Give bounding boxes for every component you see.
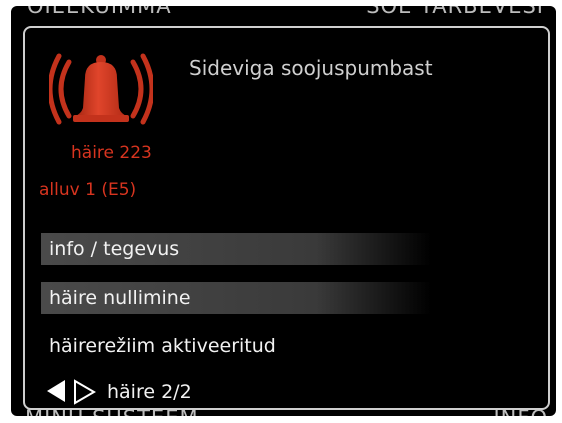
next-arrow-icon[interactable] bbox=[73, 379, 97, 405]
previous-arrow-icon[interactable] bbox=[47, 380, 65, 402]
display-screen: OIEEKUIMMA SOE TARBEVESI MINU SÜSTEEM IN… bbox=[11, 6, 556, 416]
alarm-source: alluv 1 (E5) bbox=[39, 180, 137, 200]
pager-label: häire 2/2 bbox=[107, 381, 192, 403]
alarm-dialog: Sideviga soojuspumbast häire 223 alluv 1… bbox=[23, 26, 550, 410]
alarm-bell-icon bbox=[49, 53, 153, 125]
menu-item-info-action[interactable]: info / tegevus bbox=[41, 233, 541, 265]
menu-item-alarm-mode-activated[interactable]: häirerežiim aktiveeritud bbox=[41, 330, 541, 362]
menu-item-reset-alarm[interactable]: häire nullimine bbox=[41, 282, 541, 314]
bg-menu-label-top-left: OIEEKUIMMA bbox=[27, 6, 172, 18]
bg-menu-label-top-right: SOE TARBEVESI bbox=[366, 6, 544, 18]
alarm-title: Sideviga soojuspumbast bbox=[189, 56, 433, 80]
alarm-code: häire 223 bbox=[71, 143, 152, 163]
